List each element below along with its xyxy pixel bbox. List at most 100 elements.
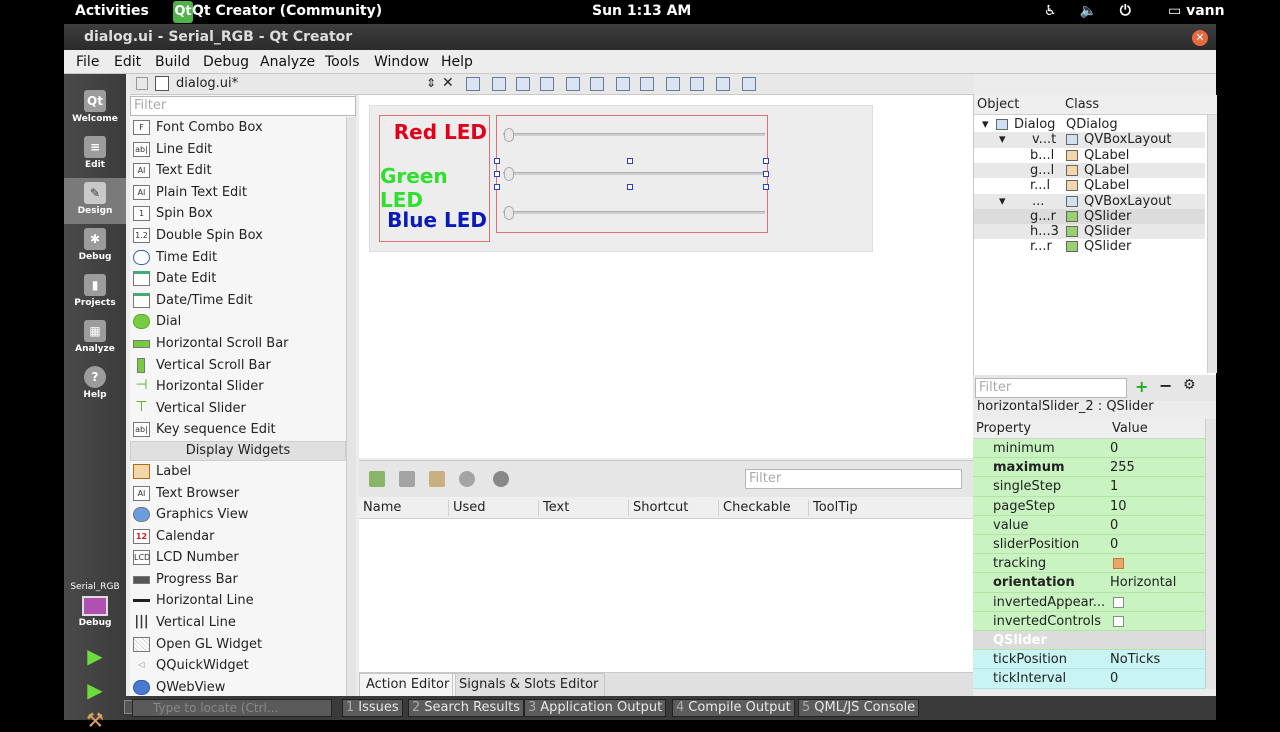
accessibility-icon[interactable]: ♿: [1044, 3, 1057, 19]
widget-box-scrollbar[interactable]: [346, 117, 356, 717]
expand-arrow-icon[interactable]: ▾: [999, 194, 1006, 209]
tab-signals-slots[interactable]: Signals & Slots Editor: [452, 673, 606, 697]
property-row[interactable]: tickInterval 0: [973, 669, 1205, 689]
tree-row[interactable]: g...l QLabel: [974, 162, 1205, 179]
layout-horizontal-icon[interactable]: [566, 77, 580, 91]
widget-item[interactable]: ⊤ Vertical Slider: [130, 398, 346, 420]
widget-category-header[interactable]: Display Widgets: [130, 440, 346, 461]
edit-buddies-icon[interactable]: [516, 77, 530, 91]
locator-input[interactable]: Type to locate (Ctrl...: [132, 699, 332, 717]
document-dropdown-icon[interactable]: ⇕: [426, 76, 436, 90]
inverted-appearance-checkbox[interactable]: [1113, 596, 1124, 608]
layout-vertical-icon[interactable]: [590, 77, 604, 91]
build-hammer-icon[interactable]: ⚒: [84, 708, 106, 732]
red-slider-handle[interactable]: [504, 128, 514, 142]
menu-analyze[interactable]: Analyze: [260, 54, 315, 70]
kit-selector[interactable]: Serial_RGB Debug: [64, 582, 126, 628]
widget-item[interactable]: Date Edit: [130, 268, 346, 290]
blue-led-label[interactable]: Blue LED: [387, 208, 487, 232]
output-pane-search[interactable]: 2 Search Results: [408, 699, 525, 717]
selection-handle[interactable]: [627, 184, 633, 190]
col-tooltip[interactable]: ToolTip: [808, 500, 858, 516]
add-property-icon[interactable]: +: [1135, 377, 1148, 396]
widget-item[interactable]: Label: [130, 461, 346, 483]
break-layout-icon[interactable]: [716, 77, 730, 91]
mode-debug[interactable]: ✱ Debug: [64, 224, 126, 270]
widget-item[interactable]: Dial: [130, 311, 346, 333]
output-pane-application[interactable]: 3 Application Output: [524, 699, 667, 717]
tab-action-editor[interactable]: Action Editor: [359, 673, 457, 697]
mode-analyze[interactable]: ▦ Analyze: [64, 316, 126, 362]
paste-action-icon[interactable]: [429, 471, 445, 487]
property-row[interactable]: invertedControls: [973, 611, 1205, 631]
mode-help[interactable]: ? Help: [64, 362, 126, 408]
col-checkable[interactable]: Checkable: [718, 500, 791, 516]
widget-item[interactable]: Horizontal Scroll Bar: [130, 333, 346, 355]
tree-row[interactable]: ▾ Dialog QDialog: [974, 117, 1205, 132]
widget-item[interactable]: AI Text Browser: [130, 483, 346, 505]
property-category-header[interactable]: QSlider: [973, 631, 1205, 651]
widget-item[interactable]: Vertical Scroll Bar: [130, 355, 346, 377]
col-used[interactable]: Used: [448, 500, 486, 516]
green-led-label[interactable]: Green LED: [380, 164, 487, 212]
tree-row[interactable]: b...l QLabel: [974, 148, 1205, 163]
widget-item[interactable]: F Font Combo Box: [130, 117, 346, 139]
copy-action-icon[interactable]: [399, 471, 415, 487]
remove-property-icon[interactable]: −: [1159, 376, 1172, 395]
lock-icon[interactable]: [136, 77, 148, 90]
settings-gear-icon[interactable]: [493, 471, 509, 487]
col-shortcut[interactable]: Shortcut: [628, 500, 688, 516]
menu-window[interactable]: Window: [374, 54, 429, 70]
widget-item[interactable]: ||| Vertical Line: [130, 612, 346, 634]
dialog-form[interactable]: Red LED Green LED Blue LED: [369, 105, 873, 252]
property-row[interactable]: tracking: [973, 554, 1205, 574]
menu-help[interactable]: Help: [441, 54, 473, 70]
tree-row[interactable]: r...r QSlider: [974, 239, 1205, 254]
volume-icon[interactable]: 🔈: [1079, 3, 1096, 19]
blue-slider[interactable]: [503, 206, 765, 220]
property-row[interactable]: orientation Horizontal: [973, 573, 1205, 593]
widget-item[interactable]: ⊣ Horizontal Slider: [130, 376, 346, 398]
slider-layout[interactable]: [494, 115, 769, 233]
close-window-icon[interactable]: ✕: [1192, 30, 1208, 46]
widget-item[interactable]: ◁ QQuickWidget: [130, 655, 346, 677]
property-row[interactable]: maximum 255: [973, 458, 1205, 478]
tracking-checkbox[interactable]: [1113, 558, 1124, 570]
edit-widgets-icon[interactable]: [466, 77, 480, 91]
property-row[interactable]: sliderPosition 0: [973, 535, 1205, 555]
selection-handle[interactable]: [763, 158, 769, 164]
document-tab[interactable]: dialog.ui*: [176, 76, 238, 91]
property-row[interactable]: singleStep 1: [973, 477, 1205, 497]
mode-projects[interactable]: ▮ Projects: [64, 270, 126, 316]
widget-item[interactable]: LCD LCD Number: [130, 547, 346, 569]
property-row[interactable]: invertedAppear...: [973, 592, 1205, 612]
label-layout[interactable]: Red LED Green LED Blue LED: [379, 115, 490, 242]
menu-edit[interactable]: Edit: [114, 54, 141, 70]
layout-grid-icon[interactable]: [690, 77, 704, 91]
expand-arrow-icon[interactable]: ▾: [982, 117, 989, 132]
col-object[interactable]: Object: [977, 97, 1019, 112]
widget-item[interactable]: 1 Spin Box: [130, 203, 346, 225]
widget-item[interactable]: ab| Line Edit: [130, 139, 346, 161]
debug-run-icon[interactable]: ▶: [84, 678, 106, 702]
layout-form-icon[interactable]: [666, 77, 680, 91]
app-menu[interactable]: Qt Creator (Community): [192, 3, 382, 19]
selection-handle[interactable]: [494, 171, 500, 177]
system-tray[interactable]: ♿ 🔈 ⏻: [1044, 3, 1149, 19]
selection-handle[interactable]: [494, 158, 500, 164]
widget-filter-input[interactable]: Filter: [130, 96, 356, 116]
red-led-label[interactable]: Red LED: [394, 120, 487, 144]
run-icon[interactable]: ▶: [84, 644, 106, 668]
object-inspector-scrollbar[interactable]: [1207, 115, 1217, 373]
user-menu[interactable]: ▭ vann: [1168, 3, 1225, 19]
widget-item[interactable]: Time Edit: [130, 247, 346, 269]
property-row[interactable]: value 0: [973, 515, 1205, 535]
menu-debug[interactable]: Debug: [203, 54, 249, 70]
selection-handle[interactable]: [763, 184, 769, 190]
col-name[interactable]: Name: [359, 500, 401, 516]
widget-item[interactable]: AI Text Edit: [130, 160, 346, 182]
property-row[interactable]: tickPosition NoTicks: [973, 650, 1205, 670]
property-row[interactable]: pageStep 10: [973, 496, 1205, 516]
red-slider[interactable]: [503, 128, 765, 142]
selection-handle[interactable]: [627, 158, 633, 164]
